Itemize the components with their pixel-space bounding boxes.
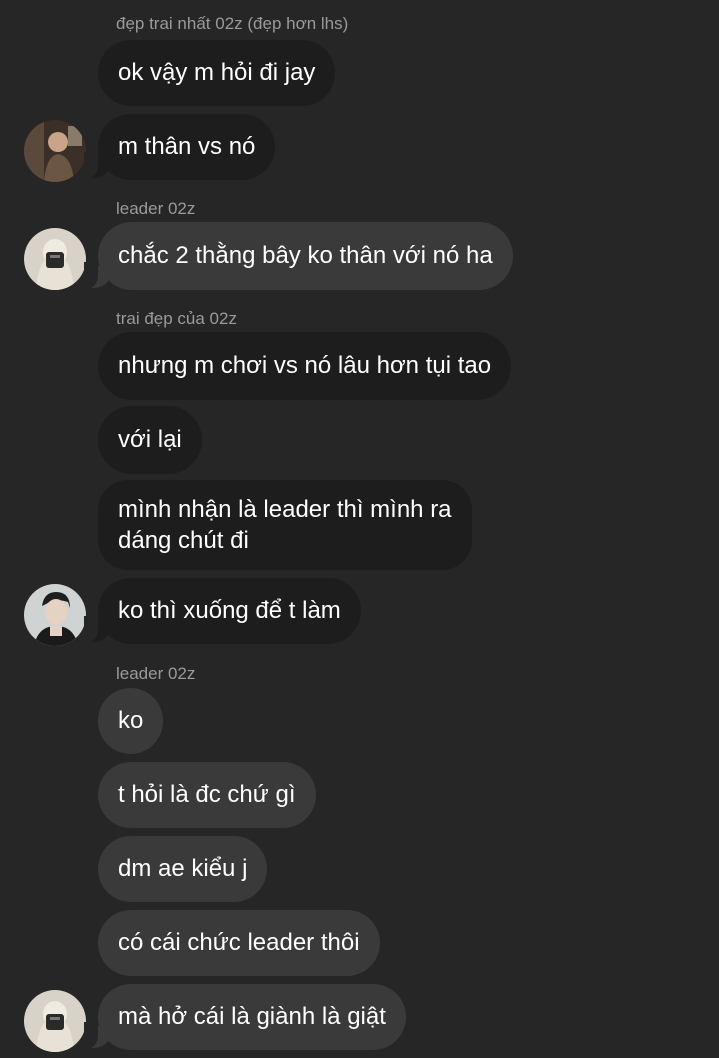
message-text: dm ae kiểu j xyxy=(118,855,248,882)
avatar-photo-icon xyxy=(24,584,86,646)
message-text: ko xyxy=(118,707,144,734)
message-bubble[interactable]: mà hở cái là giành là giật xyxy=(84,984,406,1050)
sender-name: đẹp trai nhất 02z (đẹp hơn lhs) xyxy=(116,14,349,33)
message-text: nhưng m chơi vs nó lâu hơn tụi tao xyxy=(118,352,492,379)
sender-name: leader 02z xyxy=(116,199,196,218)
message-text-line: dáng chút đi xyxy=(118,527,249,554)
message-text: chắc 2 thằng bây ko thân với nó ha xyxy=(118,242,493,269)
message-text: t hỏi là đc chứ gì xyxy=(118,781,296,808)
avatar-photo-icon xyxy=(24,120,86,182)
avatar-photo-icon xyxy=(24,990,86,1052)
message-bubble[interactable]: có cái chức leader thôi xyxy=(98,910,380,976)
sender-name: trai đẹp của 02z xyxy=(116,309,237,328)
avatar[interactable] xyxy=(24,990,86,1052)
message-text: với lại xyxy=(118,426,182,453)
message-bubble[interactable]: ko xyxy=(98,688,164,754)
message-bubble[interactable]: ko thì xuống để t làm xyxy=(84,578,361,644)
message-bubble[interactable]: m thân vs nó xyxy=(83,114,276,180)
message-bubble[interactable]: mình nhận là leader thì mình ra dáng chú… xyxy=(98,480,472,570)
message-bubble[interactable]: ok vậy m hỏi đi jay xyxy=(98,40,336,106)
message-bubble[interactable]: t hỏi là đc chứ gì xyxy=(98,762,316,828)
message-bubble[interactable]: dm ae kiểu j xyxy=(98,836,268,902)
avatar[interactable] xyxy=(24,228,86,290)
message-text: ko thì xuống để t làm xyxy=(118,597,341,624)
message-text: m thân vs nó xyxy=(118,133,256,160)
message-text: mà hở cái là giành là giật xyxy=(118,1003,386,1030)
avatar[interactable] xyxy=(24,584,86,646)
message-text-line: mình nhận là leader thì mình ra xyxy=(118,496,452,523)
avatar[interactable] xyxy=(24,120,86,182)
message-text: có cái chức leader thôi xyxy=(118,929,360,956)
sender-name: leader 02z xyxy=(116,664,196,683)
message-bubble[interactable]: nhưng m chơi vs nó lâu hơn tụi tao xyxy=(98,332,512,400)
avatar-photo-icon xyxy=(24,228,86,290)
message-bubble[interactable]: chắc 2 thằng bây ko thân với nó ha xyxy=(84,222,513,290)
message-bubble[interactable]: với lại xyxy=(98,406,202,474)
message-text: ok vậy m hỏi đi jay xyxy=(118,59,316,86)
